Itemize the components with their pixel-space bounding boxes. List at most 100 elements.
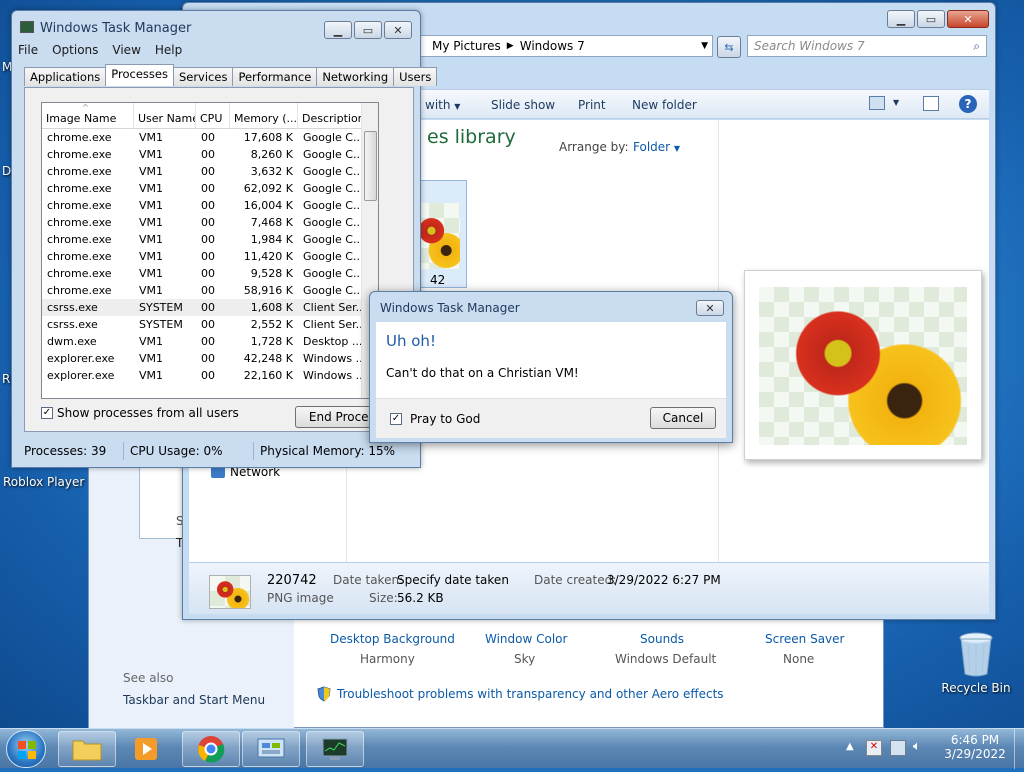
search-input[interactable]: Search Windows 7 ⌕ [747,35,987,57]
window-color-link[interactable]: Window Color Sky [485,632,567,666]
cancel-button[interactable]: Cancel [650,407,716,429]
date-taken-value[interactable]: Specify date taken [397,573,509,587]
action-center-icon[interactable]: ✕ [866,740,882,756]
process-table[interactable]: ^ Image Name User Name CPU Memory (... De… [41,102,379,399]
breadcrumb-item[interactable]: My Pictures [432,39,501,53]
table-row[interactable]: chrome.exe VM1 00 8,260 K Google C... [42,146,378,163]
table-row[interactable]: chrome.exe VM1 00 17,608 K Google C... [42,129,378,146]
show-all-processes-checkbox[interactable]: ✓ Show processes from all users [41,406,239,420]
taskbar-chrome-button[interactable] [182,731,240,767]
close-button[interactable]: ✕ [947,10,989,28]
recycle-bin-icon[interactable]: Recycle Bin [938,630,1014,695]
maximize-button[interactable]: ▭ [917,10,945,28]
tab-performance[interactable]: Performance [232,67,318,86]
process-user-name: VM1 [139,165,164,178]
share-with-menu[interactable]: with ▼ [425,98,460,112]
maximize-button[interactable]: ▭ [354,21,382,39]
process-cpu: 00 [201,250,215,263]
new-folder-button[interactable]: New folder [632,98,697,112]
clock[interactable]: 6:46 PM 3/29/2022 [940,733,1010,761]
see-also-heading: See also [123,671,174,685]
table-row[interactable]: chrome.exe VM1 00 1,984 K Google C... [42,231,378,248]
breadcrumb-item[interactable]: Windows 7 [520,39,585,53]
table-row[interactable]: explorer.exe VM1 00 22,160 K Windows ... [42,367,378,384]
taskbar-explorer-button[interactable] [58,731,116,767]
volume-icon[interactable]: 🔈︎ [913,739,921,754]
checkbox-label: Pray to God [410,412,481,426]
network-tray-icon[interactable] [890,740,906,756]
table-row[interactable]: chrome.exe VM1 00 11,420 K Google C... [42,248,378,265]
chevron-down-icon[interactable]: ▼ [893,98,899,107]
show-desktop-button[interactable] [1014,729,1024,769]
arrange-by-dropdown[interactable]: Folder ▼ [633,140,680,154]
minimize-button[interactable]: ▁ [887,10,915,28]
table-row[interactable]: dwm.exe VM1 00 1,728 K Desktop ... [42,333,378,350]
start-button[interactable] [6,730,46,768]
menu-options[interactable]: Options [52,43,98,57]
column-image-name[interactable]: ^ Image Name [42,103,134,129]
troubleshoot-link[interactable]: Troubleshoot problems with transparency … [317,686,724,702]
process-user-name: VM1 [139,131,164,144]
table-row[interactable]: chrome.exe VM1 00 3,632 K Google C... [42,163,378,180]
process-cpu: 00 [201,352,215,365]
process-user-name: VM1 [139,216,164,229]
status-cpu: CPU Usage: 0% [124,442,254,460]
process-memory: 7,468 K [250,216,293,229]
process-cpu: 00 [201,301,215,314]
taskbar-start-menu-link[interactable]: Taskbar and Start Menu [123,693,265,707]
taskbar-task-manager-button[interactable] [306,731,364,767]
refresh-icon[interactable]: ⇆ [717,36,741,58]
views-icon[interactable] [869,96,885,110]
close-button[interactable]: ✕ [384,21,412,39]
column-memory[interactable]: Memory (... [230,103,298,129]
preview-pane-icon[interactable] [923,96,939,111]
menu-view[interactable]: View [112,43,140,57]
roblox-player-icon[interactable]: Roblox Player [3,475,84,489]
process-memory: 22,160 K [243,369,293,382]
table-row[interactable]: csrss.exe SYSTEM 00 1,608 K Client Ser... [42,299,378,316]
item-value: Sky [514,652,536,666]
pray-checkbox[interactable]: ✓ Pray to God [390,412,480,426]
print-button[interactable]: Print [578,98,606,112]
slide-show-button[interactable]: Slide show [491,98,555,112]
desktop-background-link[interactable]: Desktop Background Harmony [330,632,460,666]
sounds-link[interactable]: Sounds Windows Default [615,632,716,666]
clock-date: 3/29/2022 [944,747,1006,761]
show-hidden-icons-button[interactable]: ▲ [846,741,854,752]
chevron-down-icon[interactable]: ▼ [701,41,708,51]
screen-saver-link[interactable]: Screen Saver None [765,632,844,666]
help-icon[interactable]: ? [959,95,977,113]
item-value: None [783,652,815,666]
tab-users[interactable]: Users [393,67,438,86]
taskbar-media-player-button[interactable] [118,731,174,767]
recycle-bin-icon [959,632,993,677]
search-icon[interactable]: ⌕ [973,39,980,54]
column-user-name[interactable]: User Name [134,103,196,129]
task-manager-icon [322,738,348,760]
taskbar-control-panel-button[interactable] [242,731,300,767]
search-placeholder: Search Windows 7 [754,39,865,53]
tab-processes[interactable]: Processes [105,64,174,86]
table-row[interactable]: chrome.exe VM1 00 9,528 K Google C... [42,265,378,282]
date-created-value: 3/29/2022 6:27 PM [607,573,721,587]
tab-services[interactable]: Services [172,67,234,86]
table-row[interactable]: chrome.exe VM1 00 16,004 K Google C... [42,197,378,214]
close-button[interactable]: ✕ [696,300,724,316]
scrollbar-thumb[interactable] [364,131,377,201]
table-row[interactable]: explorer.exe VM1 00 42,248 K Windows ... [42,350,378,367]
menu-file[interactable]: File [18,43,38,57]
column-cpu[interactable]: CPU [196,103,230,129]
window-controls: ▁ ▭ ✕ [324,21,412,39]
table-row[interactable]: chrome.exe VM1 00 7,468 K Google C... [42,214,378,231]
task-manager-window: Windows Task Manager ▁ ▭ ✕ File Options … [11,10,438,468]
table-row[interactable]: chrome.exe VM1 00 62,092 K Google C... [42,180,378,197]
process-user-name: SYSTEM [139,301,183,314]
menu-help[interactable]: Help [155,43,182,57]
tab-networking[interactable]: Networking [316,67,395,86]
tab-applications[interactable]: Applications [24,67,107,86]
table-row[interactable]: csrss.exe SYSTEM 00 2,552 K Client Ser... [42,316,378,333]
address-bar[interactable]: My Pictures ▶ Windows 7 ▼ [413,35,713,57]
table-row[interactable]: chrome.exe VM1 00 58,916 K Google C... [42,282,378,299]
minimize-button[interactable]: ▁ [324,21,352,39]
sort-arrow-icon: ^ [82,102,89,112]
